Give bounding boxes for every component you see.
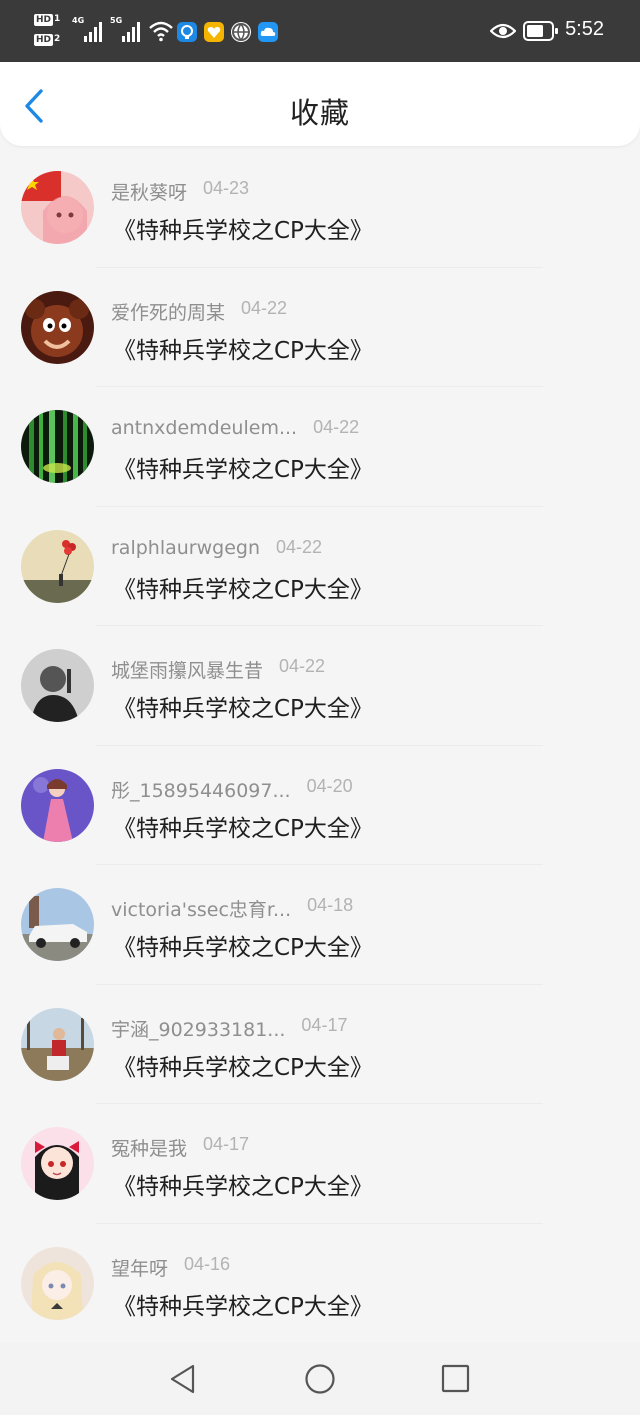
- sim-number-1: 1: [54, 14, 61, 24]
- item-date: 04-18: [307, 895, 354, 915]
- avatar-cartoon-mouse: [21, 290, 94, 364]
- avatar[interactable]: [21, 768, 94, 842]
- item-date: 04-23: [203, 178, 250, 198]
- status-bar: HD 1 HD 2 4G 5G 5:52: [0, 0, 640, 62]
- item-username[interactable]: 彤_15895446097...: [111, 776, 291, 803]
- avatar-man-bw: [21, 649, 94, 722]
- item-meta: 城堡雨攥风暴生昔 04-22: [111, 656, 326, 683]
- avatar-pink-dress: [21, 768, 94, 842]
- avatar[interactable]: [21, 1127, 94, 1200]
- item-title[interactable]: 《特种兵学校之CP大全》: [113, 331, 373, 365]
- heart-app-icon: [204, 22, 224, 42]
- nav-home-button[interactable]: [303, 1362, 337, 1396]
- avatar-anime-flag: [21, 171, 94, 244]
- list-item[interactable]: antnxdemdeulem... 04-22 《特种兵学校之CP大全》: [0, 387, 640, 507]
- list-item[interactable]: 城堡雨攥风暴生昔 04-22 《特种兵学校之CP大全》: [0, 626, 640, 746]
- item-title[interactable]: 《特种兵学校之CP大全》: [113, 1167, 373, 1201]
- item-meta: 冤种是我 04-17: [111, 1134, 250, 1161]
- list-item[interactable]: 是秋葵呀 04-23 《特种兵学校之CP大全》: [0, 148, 640, 268]
- avatar[interactable]: [21, 290, 94, 364]
- item-title[interactable]: 《特种兵学校之CP大全》: [113, 1287, 373, 1321]
- item-date: 04-22: [276, 536, 323, 557]
- nav-back-button[interactable]: [166, 1362, 200, 1396]
- signal-4g-icon: [84, 22, 102, 42]
- item-date: 04-22: [313, 417, 360, 437]
- item-username[interactable]: 是秋葵呀: [111, 178, 187, 205]
- hd-badge-1: HD: [34, 14, 54, 26]
- battery-icon: [523, 21, 558, 41]
- item-meta: 是秋葵呀 04-23: [111, 178, 250, 205]
- favorites-list: 是秋葵呀 04-23 《特种兵学校之CP大全》 爱作死的周某 04-22 《特种兵学…: [0, 148, 640, 1343]
- item-username[interactable]: 冤种是我: [111, 1134, 187, 1161]
- item-meta: 望年呀 04-16: [111, 1253, 231, 1281]
- item-username[interactable]: 爱作死的周某: [111, 298, 225, 325]
- item-date: 04-22: [241, 297, 288, 318]
- item-date: 04-22: [279, 656, 326, 676]
- item-date: 04-16: [184, 1253, 231, 1274]
- item-username[interactable]: 城堡雨攥风暴生昔: [111, 656, 263, 683]
- item-username[interactable]: ralphlaurwgegn: [111, 537, 260, 559]
- square-recents-icon: [441, 1364, 470, 1393]
- eye-icon: [490, 23, 516, 39]
- item-meta: ralphlaurwgegn 04-22: [111, 537, 322, 561]
- avatar[interactable]: [21, 1246, 94, 1320]
- globe-app-icon: [231, 22, 251, 42]
- avatar-green-bamboo: [21, 410, 94, 483]
- avatar-pale-anime: [21, 1246, 94, 1320]
- avatar[interactable]: [21, 171, 94, 244]
- triangle-back-icon: [170, 1364, 195, 1394]
- cloud-app-icon: [258, 22, 278, 42]
- item-meta: 彤_15895446097... 04-20: [111, 775, 353, 803]
- item-date: 04-17: [203, 1134, 250, 1154]
- avatar[interactable]: [21, 529, 94, 603]
- avatar-balloons: [21, 529, 94, 603]
- list-item[interactable]: 望年呀 04-16 《特种兵学校之CP大全》: [0, 1224, 640, 1344]
- wifi-icon: [149, 21, 173, 42]
- net-label-4g: 4G: [72, 16, 85, 25]
- avatar-anime-girl: [21, 1127, 94, 1200]
- item-title[interactable]: 《特种兵学校之CP大全》: [113, 689, 373, 723]
- list-item[interactable]: ralphlaurwgegn 04-22 《特种兵学校之CP大全》: [0, 507, 640, 626]
- system-nav-bar: [0, 1343, 640, 1415]
- avatar-white-car: [21, 888, 94, 961]
- nav-recents-button[interactable]: [439, 1362, 473, 1396]
- item-title[interactable]: 《特种兵学校之CP大全》: [113, 928, 373, 962]
- item-username[interactable]: 宇涵_902933181...: [111, 1015, 285, 1042]
- item-date: 04-17: [301, 1014, 348, 1035]
- list-item[interactable]: 彤_15895446097... 04-20 《特种兵学校之CP大全》: [0, 746, 640, 865]
- item-title[interactable]: 《特种兵学校之CP大全》: [113, 1048, 373, 1082]
- circle-home-icon: [305, 1364, 335, 1394]
- hd-badge-2: HD: [34, 34, 54, 46]
- avatar[interactable]: [21, 410, 94, 483]
- item-title[interactable]: 《特种兵学校之CP大全》: [113, 211, 373, 245]
- header: 收藏: [0, 62, 640, 146]
- list-item[interactable]: victoria'ssec忠育r... 04-18 《特种兵学校之CP大全》: [0, 865, 640, 985]
- signal-5g-icon: [122, 22, 140, 42]
- item-username[interactable]: 望年呀: [111, 1254, 168, 1281]
- net-label-5g: 5G: [110, 16, 123, 25]
- status-time: 5:52: [565, 18, 604, 40]
- item-meta: 宇涵_902933181... 04-17: [111, 1014, 348, 1042]
- item-meta: antnxdemdeulem... 04-22: [111, 417, 359, 441]
- item-username[interactable]: victoria'ssec忠育r...: [111, 895, 291, 922]
- avatar[interactable]: [21, 888, 94, 961]
- item-username[interactable]: antnxdemdeulem...: [111, 417, 297, 439]
- bulb-app-icon: [177, 22, 197, 42]
- item-title[interactable]: 《特种兵学校之CP大全》: [113, 570, 373, 604]
- avatar-outdoor-person: [21, 1007, 94, 1081]
- page-title: 收藏: [289, 96, 350, 130]
- sim-number-2: 2: [54, 34, 61, 44]
- item-date: 04-20: [306, 775, 353, 796]
- item-meta: 爱作死的周某 04-22: [111, 297, 288, 325]
- item-title[interactable]: 《特种兵学校之CP大全》: [113, 809, 373, 843]
- list-item[interactable]: 爱作死的周某 04-22 《特种兵学校之CP大全》: [0, 268, 640, 387]
- list-item[interactable]: 冤种是我 04-17 《特种兵学校之CP大全》: [0, 1104, 640, 1224]
- list-item[interactable]: 宇涵_902933181... 04-17 《特种兵学校之CP大全》: [0, 985, 640, 1104]
- avatar[interactable]: [21, 1007, 94, 1081]
- item-meta: victoria'ssec忠育r... 04-18: [111, 895, 354, 922]
- avatar[interactable]: [21, 649, 94, 722]
- item-title[interactable]: 《特种兵学校之CP大全》: [113, 450, 373, 484]
